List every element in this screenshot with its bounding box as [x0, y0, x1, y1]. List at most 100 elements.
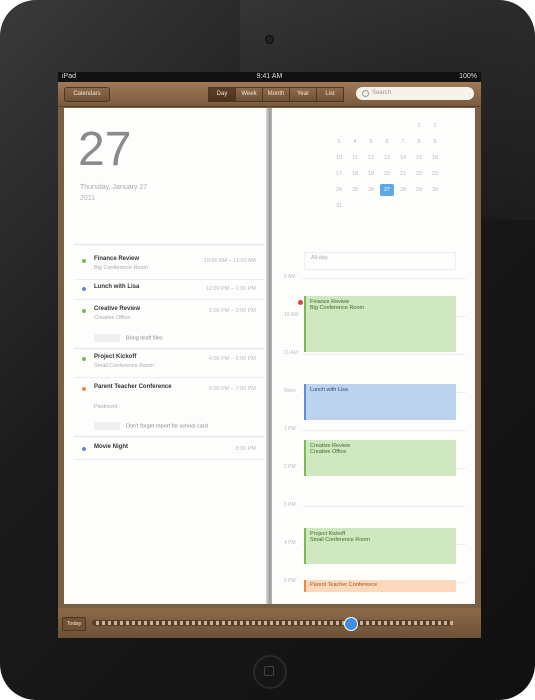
- mini-month-day[interactable]: [396, 120, 410, 132]
- scrubber-tick: [222, 621, 225, 625]
- timeline-event-block[interactable]: Parent Teacher Conference: [304, 580, 456, 592]
- scrubber-tick: [102, 621, 105, 625]
- mini-month-day[interactable]: [380, 120, 394, 132]
- hour-label: 11 AM: [284, 350, 298, 356]
- tab-year[interactable]: Year: [289, 87, 317, 102]
- home-square-icon: [264, 666, 274, 676]
- calendars-button[interactable]: Calendars: [64, 87, 110, 102]
- scrubber-tick: [288, 621, 291, 625]
- mini-month-day[interactable]: 10: [332, 152, 346, 164]
- event-location: Big Conference Room: [94, 265, 149, 271]
- event-row[interactable]: Parent Teacher Conference Piedmont 6:00 …: [74, 384, 264, 418]
- scrubber-knob[interactable]: [344, 617, 358, 631]
- mini-month-day[interactable]: [364, 120, 378, 132]
- mini-month-day[interactable]: 9: [428, 136, 442, 148]
- tab-month[interactable]: Month: [262, 87, 290, 102]
- tab-day[interactable]: Day: [208, 87, 236, 102]
- event-row[interactable]: Creative Review Creative Office 2:00 PM …: [74, 306, 264, 330]
- note-tag: [94, 422, 120, 430]
- mini-month-day[interactable]: 2: [428, 120, 442, 132]
- scrubber-tick: [420, 621, 423, 625]
- event-title: Finance Review: [94, 256, 140, 262]
- event-row[interactable]: Finance Review Big Conference Room 10:00…: [74, 256, 264, 280]
- timeline-event-block[interactable]: Finance Review Big Conference Room: [304, 296, 456, 352]
- hour-label: 4 PM: [284, 540, 296, 546]
- mini-month-day[interactable]: 4: [348, 136, 362, 148]
- mini-month-day[interactable]: 27: [380, 184, 394, 196]
- scrubber-tick: [444, 621, 447, 625]
- timeline-event-block[interactable]: Lunch with Lisa: [304, 384, 456, 420]
- mini-month-day[interactable]: 29: [412, 184, 426, 196]
- mini-month-day[interactable]: 20: [380, 168, 394, 180]
- mini-month-day[interactable]: 16: [428, 152, 442, 164]
- mini-month-day[interactable]: 5: [364, 136, 378, 148]
- note-text: Don't forget report for school card: [126, 423, 208, 430]
- hour-line: [302, 354, 466, 355]
- mini-month-day[interactable]: 21: [396, 168, 410, 180]
- scrubber-tick: [114, 621, 117, 625]
- mini-month-day[interactable]: 31: [332, 200, 346, 212]
- calendar-dot-icon: [82, 387, 86, 391]
- row-divider: [74, 279, 264, 280]
- scrubber-tick: [378, 621, 381, 625]
- scrubber-tick: [294, 621, 297, 625]
- mini-month-day[interactable]: [348, 120, 362, 132]
- mini-month-day[interactable]: 23: [428, 168, 442, 180]
- home-button[interactable]: [253, 655, 287, 689]
- scrubber-tick: [258, 621, 261, 625]
- mini-month-day[interactable]: 6: [380, 136, 394, 148]
- mini-month-day[interactable]: 24: [332, 184, 346, 196]
- hour-label: 3 PM: [284, 502, 296, 508]
- day-scrubber[interactable]: [92, 617, 453, 631]
- hour-label: 5 PM: [284, 578, 296, 584]
- note-text: Bring draft files: [126, 335, 163, 342]
- mini-month-day[interactable]: 26: [364, 184, 378, 196]
- mini-month-day[interactable]: 13: [380, 152, 394, 164]
- event-row[interactable]: Lunch with Lisa 12:00 PM – 1:00 PM: [74, 284, 264, 300]
- mini-month-day[interactable]: 30: [428, 184, 442, 196]
- mini-month-day[interactable]: 28: [396, 184, 410, 196]
- mini-month-day[interactable]: 1: [412, 120, 426, 132]
- tab-week[interactable]: Week: [235, 87, 263, 102]
- today-button[interactable]: Today: [62, 617, 86, 631]
- mini-month-day[interactable]: 7: [396, 136, 410, 148]
- timeline-event-block[interactable]: Project Kickoff Small Conference Room: [304, 528, 456, 564]
- scrubber-tick: [174, 621, 177, 625]
- full-date: Thursday, January 27: [80, 184, 148, 191]
- mini-month-day[interactable]: 3: [332, 136, 346, 148]
- mini-month-day[interactable]: 22: [412, 168, 426, 180]
- mini-month-day[interactable]: 12: [364, 152, 378, 164]
- calendar-dot-icon: [82, 447, 86, 451]
- event-row[interactable]: Project Kickoff Small Conference Room 4:…: [74, 354, 264, 378]
- scrubber-tick: [396, 621, 399, 625]
- timeline-event-block[interactable]: Creative Review Creative Office: [304, 440, 456, 476]
- block-title: Parent Teacher Conference: [310, 582, 378, 588]
- mini-month-day[interactable]: 8: [412, 136, 426, 148]
- scrubber-tick: [270, 621, 273, 625]
- scrubber-tick: [144, 621, 147, 625]
- mini-month-day[interactable]: 25: [348, 184, 362, 196]
- divider: [74, 436, 264, 437]
- mini-month-day[interactable]: 19: [364, 168, 378, 180]
- hour-label: 10 AM: [284, 312, 299, 318]
- mini-month-day[interactable]: 18: [348, 168, 362, 180]
- scrubber-tick: [168, 621, 171, 625]
- tab-list[interactable]: List: [316, 87, 344, 102]
- event-time: 6:00 PM – 7:00 PM: [208, 386, 256, 392]
- mini-month-day[interactable]: 15: [412, 152, 426, 164]
- mini-month-day[interactable]: 17: [332, 168, 346, 180]
- mini-month-day[interactable]: 11: [348, 152, 362, 164]
- row-divider: [74, 377, 264, 378]
- scrubber-tick: [186, 621, 189, 625]
- event-location: Creative Office: [94, 315, 131, 321]
- current-time-dot: [298, 300, 303, 305]
- mini-month-day[interactable]: 14: [396, 152, 410, 164]
- search-input[interactable]: Search: [356, 87, 474, 100]
- calendar-dot-icon: [82, 287, 86, 291]
- calendar-toolbar: Calendars Day Week Month Year List Searc…: [58, 82, 481, 107]
- scrubber-tick: [198, 621, 201, 625]
- row-divider: [74, 299, 264, 300]
- year-label: 2011: [80, 195, 96, 202]
- mini-month-day[interactable]: [332, 120, 346, 132]
- event-row[interactable]: Movie Night 8:00 PM: [74, 444, 264, 460]
